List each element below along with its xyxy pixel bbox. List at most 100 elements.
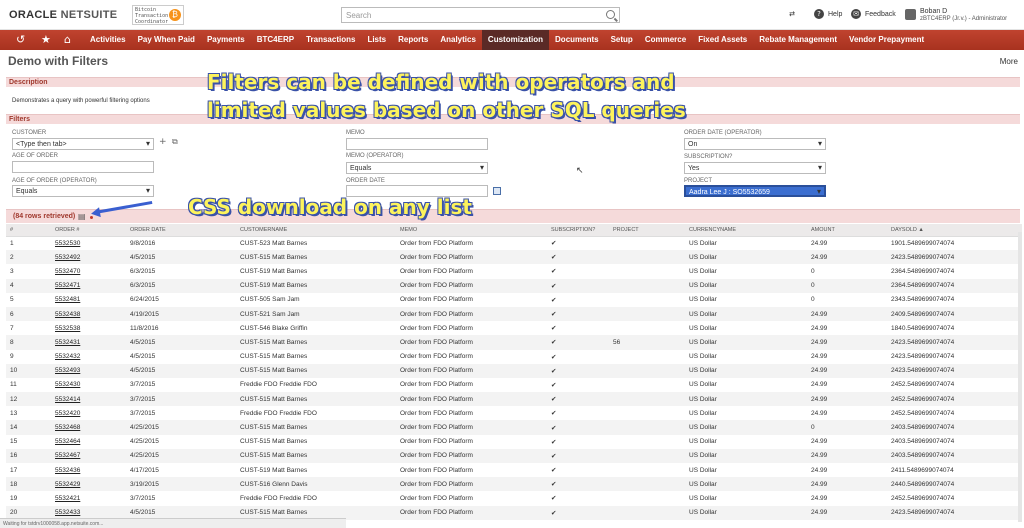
table-cell: CUST-515 Matt Barnes [240,438,308,446]
subscription-check-icon: ✔ [551,295,557,304]
more-menu[interactable]: More [1000,57,1018,66]
column-header[interactable]: CUSTOMERNAME [236,224,396,237]
order-number-link[interactable]: 5532414 [51,392,126,407]
table-cell: 2452.5489699074074 [891,494,955,502]
nav-item-rebate-management[interactable]: Rebate Management [753,30,843,50]
table-cell: 24.99 [807,392,887,407]
bitcoin-icon: ₿ [169,9,181,21]
feedback-icon[interactable]: ✉ [851,9,861,19]
nav-item-transactions[interactable]: Transactions [300,30,361,50]
order-number-link[interactable]: 5532530 [51,236,126,250]
order-number-link[interactable]: 5532421 [51,491,126,505]
nav-item-activities[interactable]: Activities [84,30,132,50]
table-cell: US Dollar [685,505,807,520]
order-number-link[interactable]: 5532438 [51,306,126,322]
table-cell: 3/7/2015 [126,392,236,407]
table-cell: CUST-515 Matt Barnes [236,448,396,463]
table-cell: 2452.5489699074074 [887,392,1022,407]
nav-item-commerce[interactable]: Commerce [639,30,692,50]
help-icon[interactable]: ? [814,9,824,19]
table-cell: Order from FDO Platform [396,250,547,265]
table-scrollbar[interactable] [1018,232,1022,522]
memo-input[interactable] [346,138,488,150]
order-number-link[interactable]: 5532538 [51,321,126,335]
nav-item-analytics[interactable]: Analytics [434,30,482,50]
column-header[interactable]: ORDER # [51,224,126,237]
netsuite-logo[interactable]: ORACLE NETSUITE [9,9,117,21]
csv-download-icon[interactable]: ▤ [78,212,86,221]
role-switch-icon[interactable]: ⇄ [787,9,797,19]
nav-item-fixed-assets[interactable]: Fixed Assets [692,30,753,50]
order-number-link[interactable]: 5532429 [51,477,126,492]
column-header[interactable]: ORDER DATE [126,224,236,237]
column-header[interactable]: DAYSOLD ▲ [887,224,1022,237]
nav-item-btc4erp[interactable]: BTC4ERP [251,30,300,50]
order-number-link[interactable]: 5532481 [51,293,126,307]
column-header[interactable]: PROJECT [609,224,685,237]
table-cell: 2364.5489699074074 [891,267,955,275]
order-number-link[interactable]: 5532468 [51,420,126,435]
user-role[interactable]: zBTC4ERP (Jr.v.) - Administrator [920,16,1007,22]
feedback-link[interactable]: Feedback [865,11,896,18]
search-icon[interactable] [606,10,615,19]
calendar-icon[interactable] [493,187,501,195]
user-name[interactable]: Boban D [920,8,947,15]
order-number-link[interactable]: 5532420 [51,406,126,420]
home-icon[interactable]: ⌂ [64,33,71,46]
order-number-link[interactable]: 5532493 [51,363,126,378]
nav-item-lists[interactable]: Lists [361,30,392,50]
table-cell: Order from FDO Platform [400,296,473,304]
order-number-link[interactable]: 5532436 [51,463,126,477]
nav-item-setup[interactable]: Setup [605,30,639,50]
help-link[interactable]: Help [828,11,842,18]
table-cell: US Dollar [685,335,807,350]
column-header[interactable]: MEMO [396,224,547,237]
nav-item-vendor-prepayment[interactable]: Vendor Prepayment [843,30,930,50]
table-cell: US Dollar [685,448,807,463]
add-customer-icon[interactable]: + [159,137,167,147]
nav-item-documents[interactable]: Documents [549,30,605,50]
age-operator-select[interactable]: Equals [12,185,154,197]
table-cell: Order from FDO Platform [396,448,547,463]
order-number-link[interactable]: 5532471 [51,278,126,293]
global-search-input[interactable]: Search [341,7,620,23]
project-select[interactable]: Aadra Lee J : SO5532659 [684,185,826,197]
table-cell: 2411.5489699074074 [891,466,954,474]
table-cell: US Dollar [685,363,807,378]
column-header[interactable]: AMOUNT [807,224,887,237]
table-cell: 2452.5489699074074 [891,409,955,417]
column-header[interactable]: # [6,224,51,237]
order-date-operator-select[interactable]: On [684,138,826,150]
nav-item-pay-when-paid[interactable]: Pay When Paid [132,30,201,50]
table-cell: 6/3/2015 [126,278,236,293]
order-number-link[interactable]: 5532432 [51,350,126,364]
memo-operator-select[interactable]: Equals [346,162,488,174]
customer-select[interactable]: <Type then tab> [12,138,154,150]
results-header: (84 rows retrieved) ▤ [6,209,1020,223]
table-cell: CUST-515 Matt Barnes [236,392,396,407]
subscription-check-icon: ✔ [547,278,609,293]
recent-records-icon[interactable]: ↺ [16,33,25,46]
order-number-link[interactable]: 5532464 [51,435,126,449]
nav-item-customization[interactable]: Customization [481,30,550,50]
order-number-link[interactable]: 5532431 [51,335,126,350]
order-number-link[interactable]: 5532467 [51,448,126,463]
order-number-link[interactable]: 5532470 [51,264,126,278]
nav-item-payments[interactable]: Payments [201,30,251,50]
shortcuts-star-icon[interactable]: ★ [41,33,51,46]
order-number-link[interactable]: 5532430 [51,378,126,392]
column-header[interactable]: SUBSCRIPTION? [547,224,609,237]
subscription-check-icon: ✔ [547,250,609,265]
nav-item-reports[interactable]: Reports [392,30,434,50]
table-cell: US Dollar [685,278,807,293]
user-avatar-icon[interactable] [905,9,916,20]
table-cell: Order from FDO Platform [400,494,473,502]
order-number-link[interactable]: 5532492 [51,250,126,265]
open-link-icon[interactable]: ⧉ [172,137,178,147]
table-cell: Order from FDO Platform [400,353,473,361]
memo-operator-value: Equals [350,165,372,172]
table-cell: 24.99 [807,448,887,463]
age-of-order-input[interactable] [12,161,154,173]
subscription-select[interactable]: Yes [684,162,826,174]
column-header[interactable]: CURRENCYNAME [685,224,807,237]
